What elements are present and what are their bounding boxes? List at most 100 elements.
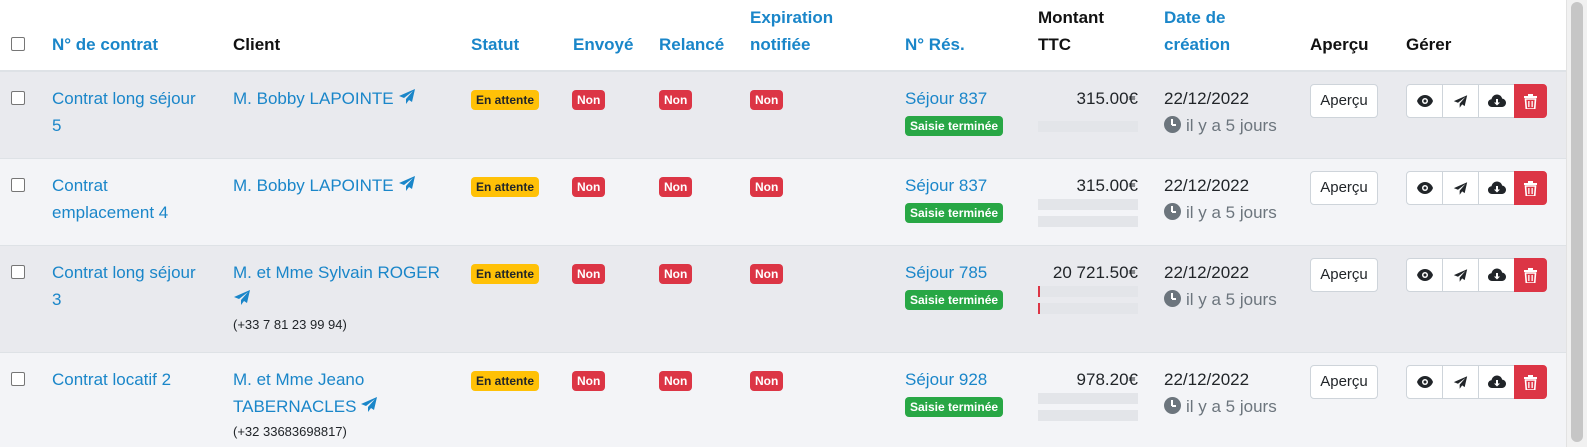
trash-icon bbox=[1524, 180, 1537, 196]
contract-name-line2: 3 bbox=[52, 290, 62, 309]
client-link[interactable]: M. et Mme Jeano TABERNACLES bbox=[233, 366, 448, 421]
paper-plane-icon bbox=[398, 86, 416, 113]
amount-bar-placeholder bbox=[1038, 216, 1138, 227]
trash-icon bbox=[1524, 374, 1537, 390]
apercu-button[interactable]: Aperçu bbox=[1310, 84, 1378, 118]
contract-name-link[interactable]: Contrat locatif 2 bbox=[52, 366, 171, 393]
apercu-button[interactable]: Aperçu bbox=[1310, 171, 1378, 205]
row-checkbox[interactable] bbox=[11, 372, 25, 386]
header-envoye[interactable]: Envoyé bbox=[573, 31, 633, 58]
paper-plane-icon bbox=[1453, 375, 1468, 390]
download-button[interactable] bbox=[1478, 258, 1515, 292]
client-name: M. Bobby LAPOINTE bbox=[233, 89, 394, 108]
contract-name-link[interactable]: Contrat long séjour 3 bbox=[52, 259, 196, 313]
header-date-line1: Date de bbox=[1164, 8, 1226, 27]
amount-bar-placeholder bbox=[1038, 286, 1138, 297]
relative-time: il y a 5 jours bbox=[1186, 203, 1277, 222]
expiration-badge: Non bbox=[750, 90, 784, 110]
clock-icon bbox=[1164, 203, 1181, 220]
contracts-table: N° de contrat Client Statut Envoyé Relan… bbox=[0, 0, 1566, 447]
sent-badge: Non bbox=[572, 177, 606, 197]
send-button[interactable] bbox=[1442, 258, 1479, 292]
amount-bar-placeholder bbox=[1038, 199, 1138, 210]
header-relance[interactable]: Relancé bbox=[659, 31, 724, 58]
client-link[interactable]: M. Bobby LAPOINTE bbox=[233, 172, 416, 200]
vertical-scrollbar[interactable] bbox=[1566, 0, 1587, 447]
header-date-creation[interactable]: Date de création bbox=[1164, 4, 1230, 58]
client-link[interactable]: M. Bobby LAPOINTE bbox=[233, 85, 416, 113]
eye-icon bbox=[1416, 95, 1433, 107]
contract-name-line1: Contrat long séjour bbox=[52, 89, 196, 108]
row-checkbox[interactable] bbox=[11, 178, 25, 192]
status-badge: En attente bbox=[471, 177, 540, 197]
client-name-line2: TABERNACLES bbox=[233, 397, 357, 416]
sent-badge: Non bbox=[572, 264, 606, 284]
delete-button[interactable] bbox=[1514, 365, 1547, 399]
manage-button-group bbox=[1406, 84, 1547, 118]
apercu-button[interactable]: Aperçu bbox=[1310, 365, 1378, 399]
reminded-badge: Non bbox=[659, 90, 693, 110]
amount-value: 20 721.50€ bbox=[1052, 263, 1138, 282]
creation-date: 22/12/2022 bbox=[1164, 176, 1250, 195]
clock-icon bbox=[1164, 116, 1181, 133]
paper-plane-icon bbox=[1453, 181, 1468, 196]
send-button[interactable] bbox=[1442, 365, 1479, 399]
row-checkbox[interactable] bbox=[11, 265, 25, 279]
send-button[interactable] bbox=[1442, 171, 1479, 205]
delete-button[interactable] bbox=[1514, 258, 1547, 292]
scrollbar-thumb[interactable] bbox=[1571, 2, 1583, 442]
status-badge: En attente bbox=[471, 90, 540, 110]
delete-button[interactable] bbox=[1514, 84, 1547, 118]
clock-icon bbox=[1164, 290, 1181, 307]
status-badge: En attente bbox=[471, 264, 540, 284]
download-button[interactable] bbox=[1478, 171, 1515, 205]
saisie-badge: Saisie terminée bbox=[905, 290, 1004, 310]
expiration-badge: Non bbox=[750, 264, 784, 284]
header-expiration-line2: notifiée bbox=[750, 35, 811, 54]
contract-name-link[interactable]: Contrat long séjour 5 bbox=[52, 85, 196, 139]
send-button[interactable] bbox=[1442, 84, 1479, 118]
paper-plane-icon bbox=[233, 287, 251, 314]
client-name: M. et Mme Sylvain ROGER bbox=[233, 263, 440, 282]
header-montant: Montant TTC bbox=[1038, 4, 1104, 58]
trash-icon bbox=[1524, 267, 1537, 283]
client-phone: (+32 33683698817) bbox=[233, 424, 347, 439]
relative-time: il y a 5 jours bbox=[1186, 290, 1277, 309]
download-button[interactable] bbox=[1478, 84, 1515, 118]
saisie-badge: Saisie terminée bbox=[905, 397, 1004, 417]
header-gerer: Gérer bbox=[1406, 35, 1452, 54]
contract-name-line1: Contrat long séjour bbox=[52, 263, 196, 282]
reminded-badge: Non bbox=[659, 177, 693, 197]
header-num-res[interactable]: N° Rés. bbox=[905, 31, 965, 58]
contract-name-line2: emplacement 4 bbox=[52, 203, 169, 222]
view-button[interactable] bbox=[1406, 84, 1443, 118]
view-button[interactable] bbox=[1406, 365, 1443, 399]
header-apercu: Aperçu bbox=[1310, 35, 1369, 54]
header-montant-line1: Montant bbox=[1038, 8, 1105, 27]
apercu-button[interactable]: Aperçu bbox=[1310, 258, 1378, 292]
amount-bar-placeholder bbox=[1038, 303, 1138, 314]
saisie-badge: Saisie terminée bbox=[905, 116, 1004, 136]
amount-bar-placeholder bbox=[1038, 121, 1138, 132]
row-checkbox[interactable] bbox=[11, 91, 25, 105]
sejour-link[interactable]: Séjour 837 bbox=[905, 172, 1003, 199]
select-all-checkbox[interactable] bbox=[11, 37, 25, 51]
download-button[interactable] bbox=[1478, 365, 1515, 399]
header-contract-number[interactable]: N° de contrat bbox=[52, 31, 158, 58]
header-client: Client bbox=[233, 35, 281, 54]
view-button[interactable] bbox=[1406, 171, 1443, 205]
client-name: M. Bobby LAPOINTE bbox=[233, 176, 394, 195]
sejour-link[interactable]: Séjour 928 bbox=[905, 366, 1003, 393]
expiration-badge: Non bbox=[750, 371, 784, 391]
view-button[interactable] bbox=[1406, 258, 1443, 292]
header-statut[interactable]: Statut bbox=[471, 31, 519, 58]
table-row: Contrat locatif 2 M. et Mme Jeano TABERN… bbox=[0, 352, 1566, 447]
amount-value: 978.20€ bbox=[1076, 370, 1138, 389]
delete-button[interactable] bbox=[1514, 171, 1547, 205]
eye-icon bbox=[1416, 269, 1433, 281]
sejour-link[interactable]: Séjour 837 bbox=[905, 85, 1003, 112]
header-expiration[interactable]: Expiration notifiée bbox=[750, 4, 833, 58]
contract-name-link[interactable]: Contrat emplacement 4 bbox=[52, 172, 168, 226]
sejour-link[interactable]: Séjour 785 bbox=[905, 259, 1003, 286]
client-link[interactable]: M. et Mme Sylvain ROGER bbox=[233, 259, 448, 314]
